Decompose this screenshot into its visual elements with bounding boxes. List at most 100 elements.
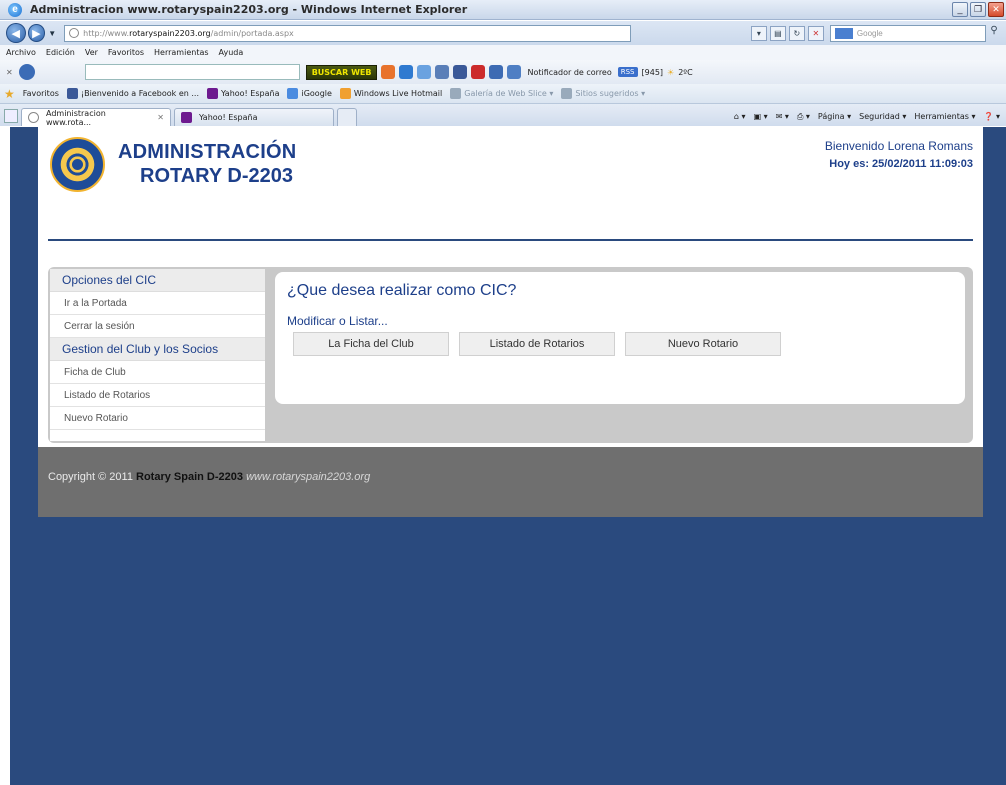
weather-icon: ☀ <box>667 67 675 77</box>
suggested-sites-icon <box>561 88 573 99</box>
page-viewport: ADMINISTRACIÓN ROTARY D-2203 Bienvenido … <box>10 127 1006 785</box>
tab-close-icon[interactable]: ✕ <box>157 113 164 122</box>
toolbar-music-icon[interactable] <box>417 65 432 79</box>
sidebar-item-ficha-club[interactable]: Ficha de Club <box>50 361 265 384</box>
fav-web-slice[interactable]: Galería de Web Slice ▾ <box>450 88 553 99</box>
command-bar: ⌂ ▾ ▣ ▾ ✉ ▾ ⎙ ▾ Página ▾ Seguridad ▾ Her… <box>734 112 1000 122</box>
web-slice-icon <box>450 88 462 99</box>
window-title-bar: e Administracion www.rotaryspain2203.org… <box>0 0 1006 20</box>
buscar-web-button[interactable]: BUSCAR WEB <box>305 64 378 80</box>
brand-title-line1: ADMINISTRACIÓN <box>118 141 297 163</box>
fav-yahoo[interactable]: Yahoo! España <box>207 88 279 99</box>
tab-label: Yahoo! España <box>199 113 258 122</box>
nuevo-rotario-button[interactable]: Nuevo Rotario <box>625 332 781 356</box>
address-bar-row: ◀ ▶ ▼ http://www. rotaryspain2203.org/adm… <box>0 21 1006 45</box>
yahoo-icon <box>181 112 192 123</box>
addon-toolbar: ✕ BUSCAR WEB Notificador de correo RSS [… <box>0 60 1006 84</box>
fav-sitios-sugeridos[interactable]: Sitios sugeridos ▾ <box>561 88 645 99</box>
search-go-icon[interactable]: ⚲ <box>990 25 1006 41</box>
sidebar-section-opciones: Opciones del CIC <box>50 269 265 292</box>
forward-button[interactable]: ▶ <box>27 24 46 42</box>
notificador-correo[interactable]: Notificador de correo <box>527 68 611 77</box>
fav-igoogle[interactable]: iGoogle <box>287 88 332 99</box>
menu-ayuda[interactable]: Ayuda <box>219 48 244 57</box>
toolbar-game-icon[interactable] <box>399 65 414 79</box>
sidebar-item-nuevo-rotario[interactable]: Nuevo Rotario <box>50 407 265 430</box>
ficha-club-button[interactable]: La Ficha del Club <box>293 332 449 356</box>
rss-icon[interactable]: RSS <box>617 67 638 77</box>
google-search-provider-icon <box>834 27 853 39</box>
fav-hotmail[interactable]: Windows Live Hotmail <box>339 88 442 99</box>
recent-pages-dropdown[interactable]: ▼ <box>48 29 56 38</box>
window-controls: _ ❐ ✕ <box>952 2 1004 17</box>
sidebar-item-listado-rotarios[interactable]: Listado de Rotarios <box>50 384 265 407</box>
sidebar-item-cerrar-sesion[interactable]: Cerrar la sesión <box>50 315 265 338</box>
tab-administracion[interactable]: Administracion www.rota... ✕ <box>21 108 171 127</box>
tab-label: Administracion www.rota... <box>45 108 106 127</box>
toolbar-plugin-icon[interactable] <box>381 65 396 79</box>
brand-title-line2: ROTARY D-2203 <box>140 165 294 187</box>
yahoo-icon <box>207 88 218 99</box>
page-container: ADMINISTRACIÓN ROTARY D-2203 Bienvenido … <box>38 127 983 517</box>
cmd-herramientas[interactable]: Herramientas ▾ <box>914 112 975 122</box>
address-input[interactable]: http://www. rotaryspain2203.org/admin/por… <box>64 24 631 42</box>
menu-bar: Archivo Edición Ver Favoritos Herramient… <box>0 45 1006 60</box>
quick-tabs-icon[interactable] <box>4 109 18 123</box>
back-button[interactable]: ◀ <box>6 23 26 43</box>
url-prefix: http://www. <box>83 28 130 38</box>
toolbar-close-icon[interactable]: ✕ <box>6 68 13 77</box>
toolbar-search-input[interactable] <box>84 64 300 80</box>
compatibility-icon[interactable]: ▤ <box>769 25 786 41</box>
menu-ver[interactable]: Ver <box>85 48 98 57</box>
tab-yahoo[interactable]: Yahoo! España <box>174 108 334 126</box>
new-tab-button[interactable] <box>337 108 357 126</box>
menu-favoritos[interactable]: Favoritos <box>108 48 144 57</box>
fav-facebook[interactable]: ¡Bienvenido a Facebook en ... <box>66 88 199 99</box>
current-date: Hoy es: 25/02/2011 11:09:03 <box>829 158 973 170</box>
home-icon[interactable]: ⌂ ▾ <box>734 112 746 122</box>
toolbar-window-icon[interactable] <box>489 65 504 79</box>
url-path: /admin/portada.aspx <box>210 28 294 38</box>
search-placeholder: Google <box>856 28 883 38</box>
windows-live-icon <box>339 88 351 99</box>
main-panel: ¿Que desea realizar como CIC? Modificar … <box>275 272 965 404</box>
minimize-button[interactable]: _ <box>952 2 968 17</box>
menu-archivo[interactable]: Archivo <box>6 48 36 57</box>
favorites-bar: ★ Favoritos ¡Bienvenido a Facebook en ..… <box>0 84 1006 104</box>
close-button[interactable]: ✕ <box>988 2 1004 17</box>
refresh-icon[interactable]: ↻ <box>788 25 805 41</box>
page-favicon-icon <box>69 28 80 38</box>
stop-icon[interactable]: ✕ <box>807 25 824 41</box>
mail-icon[interactable]: ✉ ▾ <box>776 112 789 122</box>
help-icon[interactable]: ❓ ▾ <box>983 112 1000 122</box>
menu-edicion[interactable]: Edición <box>46 48 75 57</box>
toolbar-facebook-icon[interactable] <box>453 65 468 79</box>
address-actions: ▾ ▤ ↻ ✕ <box>750 25 824 41</box>
sidebar-item-ir-portada[interactable]: Ir a la Portada <box>50 292 265 315</box>
ask-toolbar-icon[interactable] <box>18 64 35 80</box>
feeds-icon[interactable]: ▣ ▾ <box>754 112 768 122</box>
listado-rotarios-button[interactable]: Listado de Rotarios <box>459 332 615 356</box>
site-header: ADMINISTRACIÓN ROTARY D-2203 Bienvenido … <box>38 127 983 242</box>
favorites-button[interactable]: Favoritos <box>23 89 59 98</box>
ie-logo-icon: e <box>8 2 22 17</box>
footer-site-link[interactable]: www.rotaryspain2203.org <box>246 471 370 483</box>
favorites-star-icon[interactable]: ★ <box>4 87 15 101</box>
action-buttons: La Ficha del Club Listado de Rotarios Nu… <box>293 332 781 356</box>
print-icon[interactable]: ⎙ ▾ <box>797 112 810 122</box>
restore-button[interactable]: ❐ <box>970 2 986 17</box>
tab-bar: Administracion www.rota... ✕ Yahoo! Espa… <box>0 104 1006 127</box>
toolbar-messenger-icon[interactable] <box>435 65 450 79</box>
welcome-message: Bienvenido Lorena Romans <box>824 139 973 153</box>
weather-temp: 2ºC <box>678 67 693 77</box>
menu-herramientas[interactable]: Herramientas <box>154 48 209 57</box>
main-question: ¿Que desea realizar como CIC? <box>287 282 517 299</box>
cmd-pagina[interactable]: Página ▾ <box>818 112 851 122</box>
search-input[interactable]: Google <box>829 24 987 42</box>
cmd-seguridad[interactable]: Seguridad ▾ <box>859 112 906 122</box>
toolbar-youtube-icon[interactable] <box>471 65 486 79</box>
toolbar-photo-icon[interactable] <box>507 65 522 79</box>
dropdown-arrow-icon[interactable]: ▾ <box>750 25 767 41</box>
footer-copyright: Copyright © 2011 <box>48 471 133 483</box>
igoogle-icon <box>287 88 299 99</box>
